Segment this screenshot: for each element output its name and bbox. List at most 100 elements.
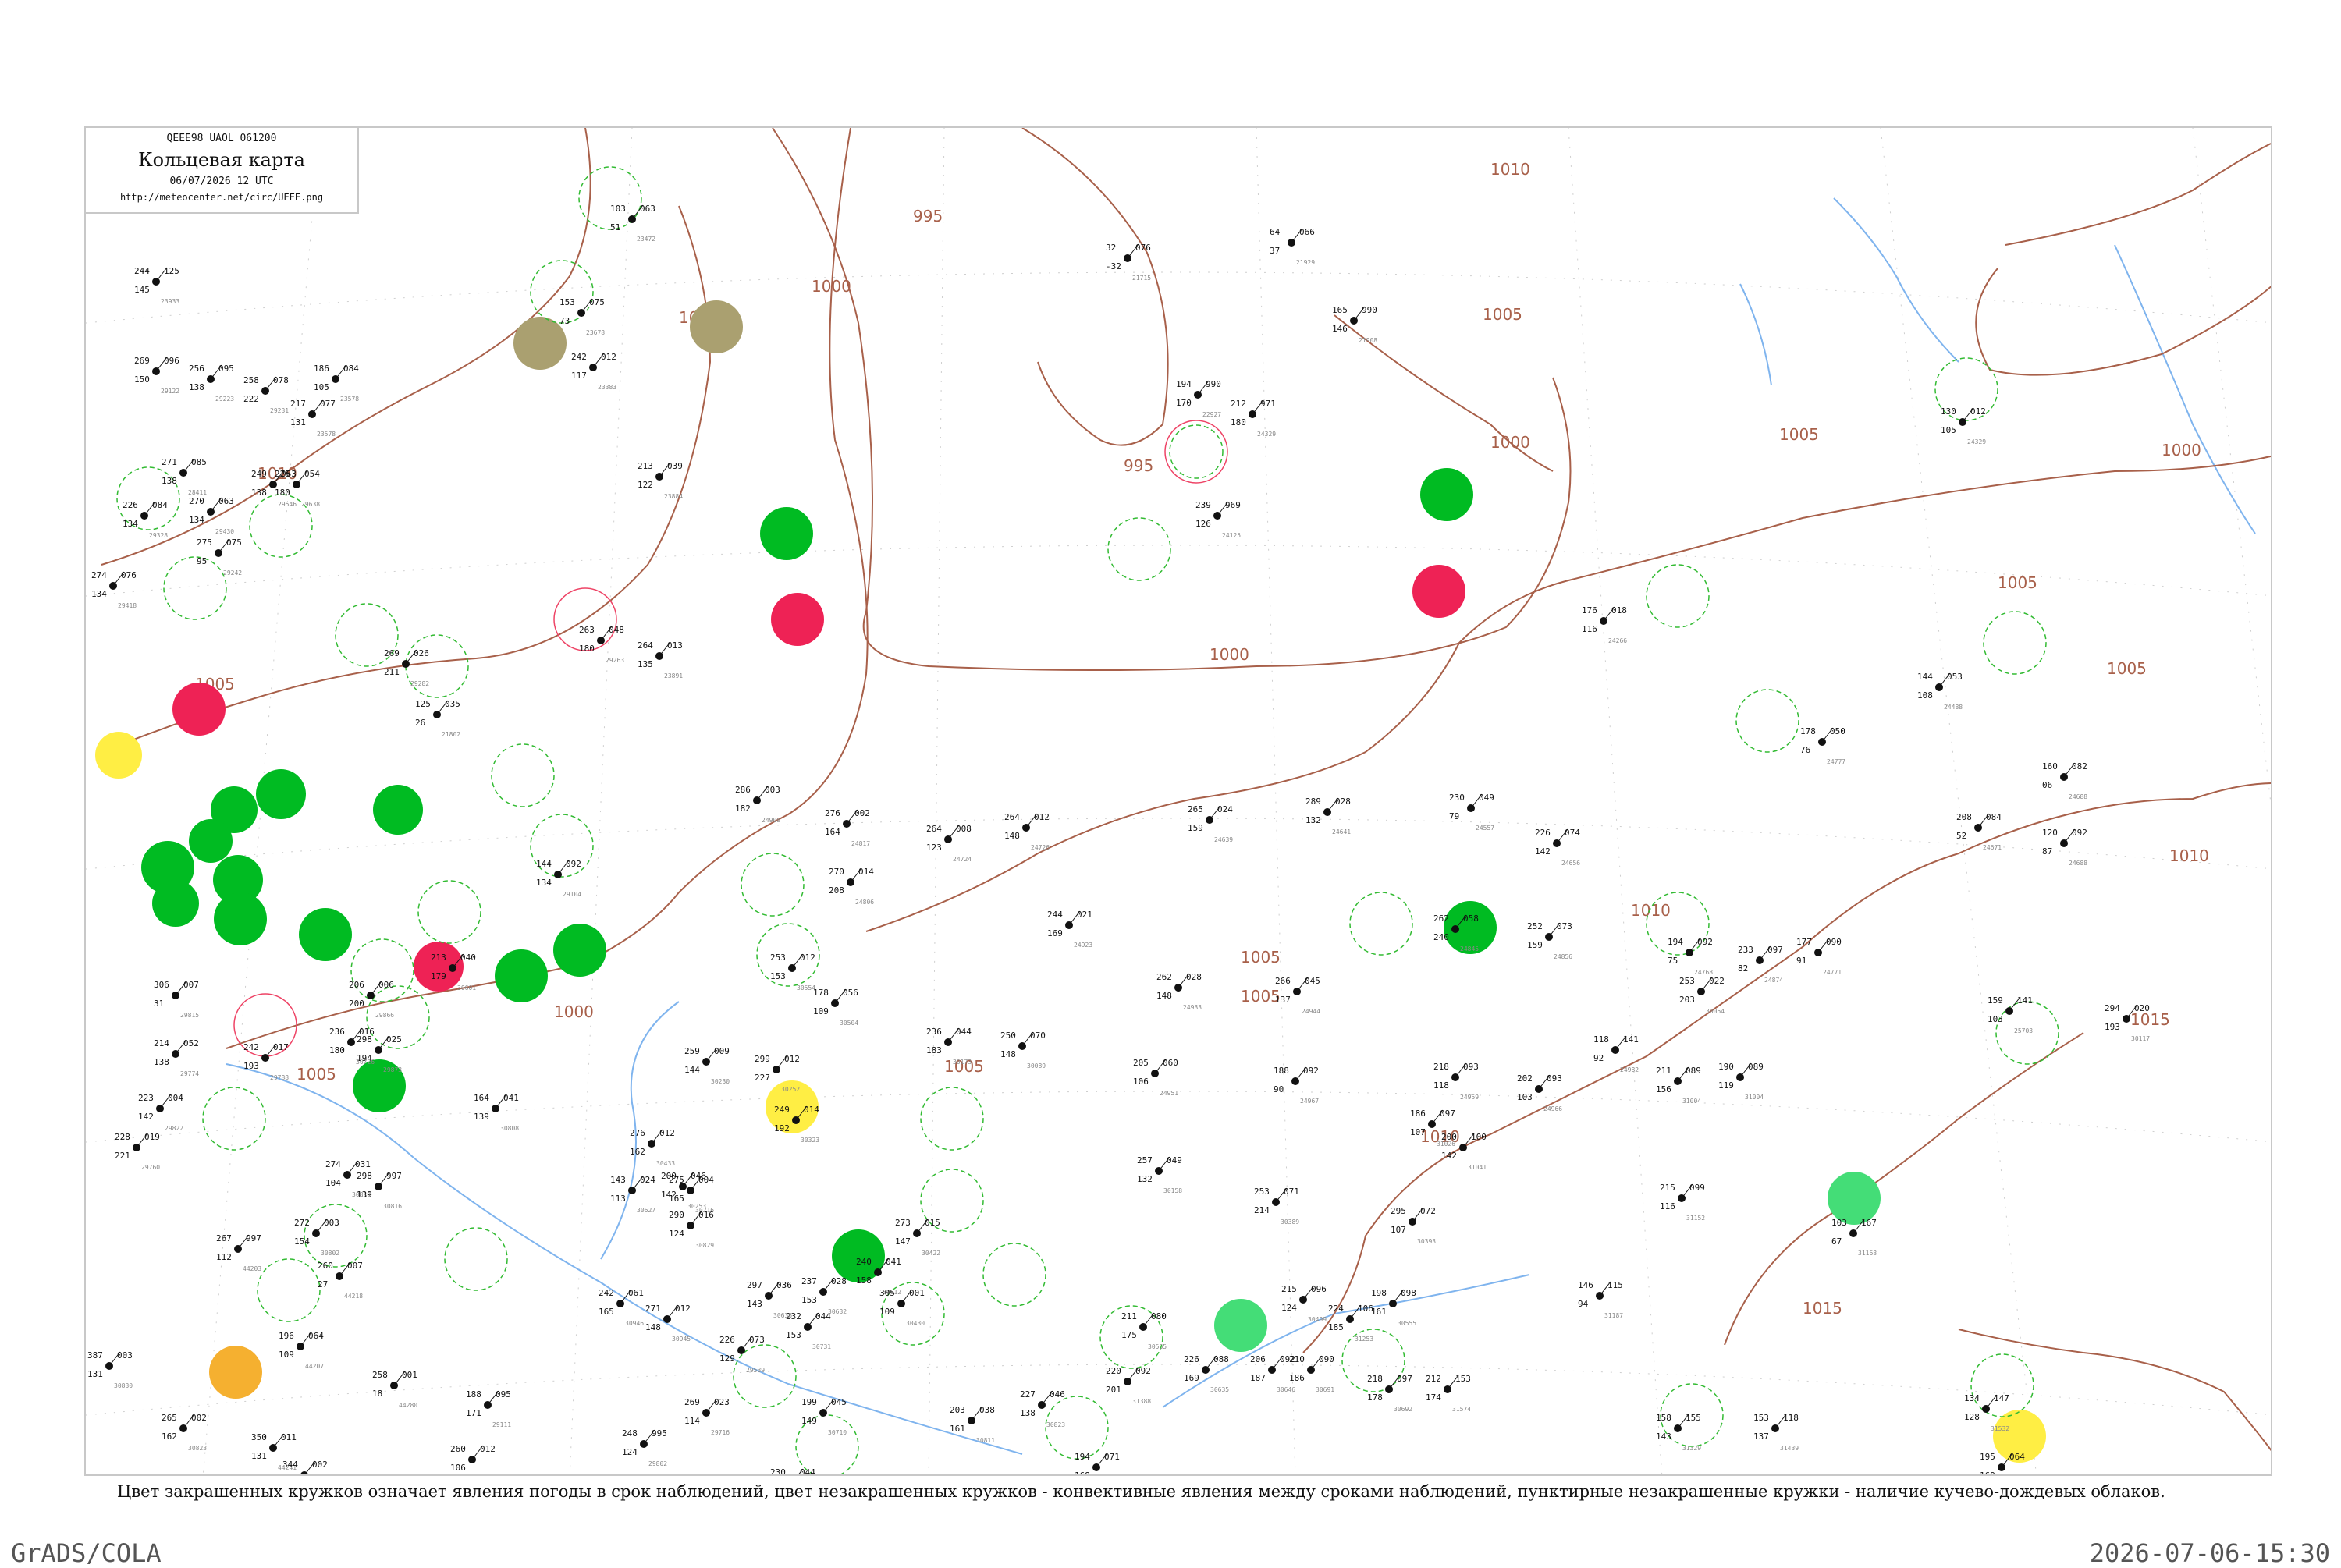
cb-ring (741, 853, 805, 917)
cloud-cover-icon (234, 1245, 242, 1253)
station-dewpoint: 134 (123, 519, 138, 529)
cb-ring (1107, 517, 1171, 581)
station-pressure: 012 (800, 953, 815, 963)
station-id: 31152 (1686, 1215, 1705, 1222)
cloud-cover-icon (1139, 1323, 1147, 1331)
station-id: 24908 (762, 817, 780, 824)
station-plot: 258 078 222 29231 (243, 375, 289, 414)
station-plot: 220 092 201 31388 (1106, 1366, 1151, 1405)
cloud-cover-icon (133, 1144, 140, 1151)
cloud-cover-icon (347, 1038, 355, 1046)
map-canvas: 995 1000 1005 995 1000 1000 1005 1010 10… (86, 128, 2271, 1474)
station-pressure: 041 (503, 1093, 519, 1103)
station-temperature: 196 (279, 1331, 294, 1341)
station-plot: 290 016 124 30829 (669, 1210, 714, 1249)
map-header: QEEE98 UAOL 061200 Кольцевая карта 06/07… (84, 126, 359, 214)
station-plot: 165 990 146 21908 (1332, 305, 1377, 344)
cloud-cover-icon (1268, 1366, 1276, 1374)
marker-olive (690, 300, 743, 353)
station-id: 24874 (1764, 977, 1783, 984)
station-id: 24845 (1460, 945, 1479, 953)
isobar-label-995: 995 (913, 207, 943, 225)
station-pressure: 092 (566, 859, 581, 869)
station-id: 30433 (656, 1160, 675, 1167)
station-id: 30710 (828, 1429, 847, 1436)
station-temperature: 276 (630, 1128, 645, 1138)
station-temperature: 267 (216, 1233, 232, 1243)
station-pressure: 080 (1151, 1311, 1167, 1321)
station-id: 44207 (305, 1363, 324, 1370)
station-pressure: 003 (117, 1350, 133, 1360)
cloud-cover-icon (1409, 1218, 1416, 1226)
station-dewpoint: 153 (786, 1330, 801, 1340)
station-plot: 253 071 214 30389 (1254, 1187, 1299, 1226)
station-pressure: 018 (1611, 605, 1627, 615)
station-plot: 259 009 144 30230 (684, 1046, 730, 1085)
station-temperature: 195 (1980, 1452, 1995, 1462)
station-plot: 298 997 139 30816 (357, 1171, 402, 1210)
station-pressure: 049 (1167, 1155, 1182, 1165)
cloud-cover-icon (336, 1272, 343, 1280)
station-temperature: 226 (1184, 1354, 1199, 1364)
isobar-label-1005: 1005 (297, 1065, 336, 1084)
station-dewpoint: 180 (275, 488, 290, 498)
station-temperature: 134 (1964, 1393, 1980, 1403)
station-plot: 159 141 103 25703 (1988, 995, 2033, 1034)
cb-ring (202, 1087, 266, 1151)
station-id: 24768 (1694, 969, 1713, 976)
station-pressure: 082 (2072, 761, 2087, 772)
station-plot: 188 095 171 29111 (466, 1389, 511, 1428)
cloud-cover-icon (1818, 738, 1826, 746)
station-pressure: 017 (273, 1042, 289, 1052)
station-dewpoint: 107 (1391, 1225, 1406, 1235)
station-id: 30422 (922, 1250, 940, 1257)
station-plots: 244 125 145 23933 269 096 150 29122 256 095 138 292… (87, 204, 2150, 1474)
station-plot: 186 084 105 23578 (314, 364, 359, 403)
station-id: 24966 (1543, 1105, 1562, 1112)
station-id: 30808 (500, 1125, 519, 1132)
station-dewpoint: 107 (1410, 1127, 1426, 1137)
station-dewpoint: 37 (1270, 246, 1280, 256)
station-dewpoint: 179 (431, 971, 446, 981)
station-pressure: 007 (183, 980, 199, 990)
station-dewpoint: 106 (450, 1463, 466, 1473)
station-plot: 218 097 178 30692 (1367, 1374, 1412, 1413)
station-temperature: 270 (829, 867, 844, 877)
station-plot: 177 090 91 24771 (1796, 937, 1842, 976)
station-temperature: 269 (134, 356, 150, 366)
station-pressure: 054 (304, 469, 320, 479)
station-dewpoint: 106 (1133, 1077, 1149, 1087)
cloud-cover-icon (792, 1116, 800, 1124)
station-pressure: 009 (714, 1046, 730, 1056)
station-id: 29873 (383, 1066, 402, 1073)
station-pressure: 072 (1420, 1206, 1436, 1216)
station-pressure: 001 (909, 1288, 925, 1298)
station-temperature: 194 (1668, 937, 1683, 947)
station-temperature: 176 (1582, 605, 1597, 615)
station-plot: 194 092 75 24768 (1668, 937, 1713, 976)
station-temperature: 144 (536, 859, 552, 869)
station-dewpoint: 132 (1305, 815, 1321, 825)
station-plot: 203 038 161 30811 (950, 1405, 995, 1444)
station-pressure: 070 (1030, 1031, 1046, 1041)
footer-timestamp: 2026-07-06-15:30 (2089, 1538, 2330, 1568)
cloud-cover-icon (1974, 824, 1982, 832)
station-plot: 213 039 122 23884 (638, 461, 683, 500)
station-dewpoint: 135 (638, 659, 653, 669)
station-pressure: 071 (1104, 1452, 1120, 1462)
station-pressure: 115 (1607, 1280, 1623, 1290)
station-id: 29788 (270, 1074, 289, 1081)
station-temperature: 188 (1274, 1066, 1289, 1076)
station-id: 24266 (1608, 637, 1627, 644)
station-temperature: 146 (1578, 1280, 1593, 1290)
station-pressure: 019 (144, 1132, 160, 1142)
station-plot: 264 013 135 23891 (638, 640, 683, 679)
station-id: 24688 (2069, 860, 2087, 867)
station-plot: 64 066 37 21929 (1270, 227, 1315, 266)
station-plot: 215 099 116 31152 (1660, 1183, 1705, 1222)
station-dewpoint: 138 (162, 476, 177, 486)
station-pressure: 141 (1623, 1034, 1639, 1045)
station-plot: 199 045 149 30710 (801, 1397, 847, 1436)
station-dewpoint: 139 (357, 1190, 372, 1200)
source-url[interactable]: http://meteocenter.net/circ/UEEE.png (86, 192, 357, 203)
